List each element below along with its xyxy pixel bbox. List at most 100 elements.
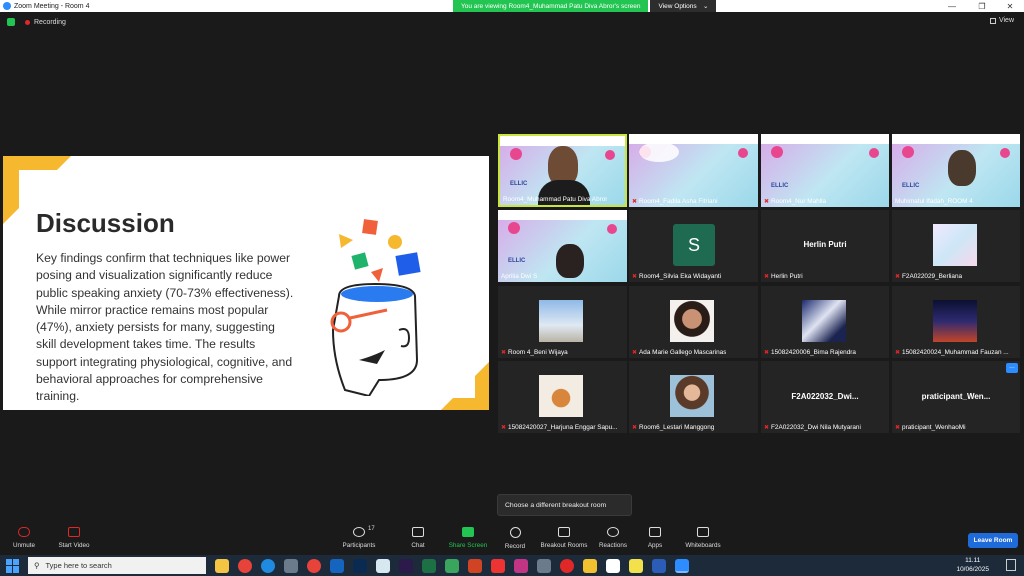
leave-room-button[interactable]: Leave Room <box>968 533 1018 548</box>
participant-name: ✖ Room6_Lestari Manggong <box>632 424 715 431</box>
chrome-profile-icon[interactable] <box>307 558 321 573</box>
taskbar-clock[interactable]: 11.11 10/06/2025 <box>956 556 989 574</box>
participant-name: ✖ F2A022029_Berliana <box>895 273 963 280</box>
participant-tile[interactable]: ELLIC Muhimatul Ifadah_ROOM 4 <box>892 134 1020 207</box>
excel-icon[interactable] <box>422 558 436 573</box>
view-banner: You are viewing Room4_Muhammad Patu Diva… <box>453 0 717 12</box>
view-button[interactable]: View <box>989 17 1014 24</box>
muted-mic-icon: ✖ <box>764 350 770 356</box>
participant-tile[interactable]: ✖ Room6_Lestari Manggong <box>629 361 758 433</box>
powerpoint-icon[interactable] <box>468 558 482 573</box>
sticky-notes-icon[interactable] <box>629 558 643 573</box>
muted-mic-icon: ✖ <box>895 274 901 280</box>
photoshop-icon[interactable] <box>353 558 367 573</box>
file-explorer-icon[interactable] <box>583 558 597 573</box>
participant-tile[interactable]: S ✖ Room4_Silvia Eka Widayanti <box>629 210 758 282</box>
app-icon[interactable] <box>445 558 459 573</box>
outlook-icon[interactable] <box>330 558 344 573</box>
participant-name: ✖ Ada Marie Gallego Mascarinas <box>632 349 727 356</box>
zoom-logo-icon <box>3 2 11 10</box>
grid-view-icon <box>989 17 996 24</box>
muted-mic-icon: ✖ <box>895 425 901 431</box>
participant-name: ✖ Room4_Nur Mahlla <box>764 198 827 205</box>
capcut-icon[interactable] <box>606 558 620 573</box>
edge-icon[interactable] <box>261 558 275 573</box>
minimize-icon[interactable]: — <box>938 0 966 12</box>
participant-name: ✖ Herlin Putri <box>764 273 803 280</box>
muted-mic-icon: ✖ <box>632 425 638 431</box>
slide-title: Discussion <box>36 208 175 238</box>
security-shield-icon[interactable] <box>7 18 15 26</box>
shared-screen: Discussion Key findings confirm that tec… <box>3 156 489 410</box>
whiteboards-button[interactable]: Whiteboards <box>673 527 733 549</box>
participants-button[interactable]: Participants <box>329 527 389 549</box>
participant-tile[interactable]: F2A022032_Dwi... ✖ F2A022032_Dwi Nila Mut… <box>761 361 889 433</box>
participant-tile[interactable]: ✖ Room4_Fadila Asha Fitriani <box>629 134 758 207</box>
muted-mic-icon: ✖ <box>764 199 770 205</box>
participant-tile[interactable]: ✖ Ada Marie Gallego Mascarinas <box>629 286 758 358</box>
meeting-status-strip: Recording View <box>0 12 1024 32</box>
participant-tile[interactable]: … praticipant_Wen... ✖ praticipant_Wenhao… <box>892 361 1020 433</box>
participant-tile[interactable]: ✖ 15082420006_Bima Rajendra <box>761 286 889 358</box>
share-screen-icon <box>462 527 474 537</box>
whiteboard-icon <box>697 527 709 537</box>
participant-avatar <box>933 300 977 342</box>
participant-tile[interactable]: ✖ F2A022029_Berliana <box>892 210 1020 282</box>
app-icon[interactable] <box>284 558 298 573</box>
breakout-rooms-icon <box>558 527 570 537</box>
participant-name: ✖ 15082420027_Harjuna Enggar Sapu... <box>501 424 618 431</box>
participant-face <box>556 244 584 278</box>
instagram-icon[interactable] <box>514 558 528 573</box>
participant-tile[interactable]: ✖ 15082420027_Harjuna Enggar Sapu... <box>498 361 627 433</box>
participant-tile[interactable]: Herlin Putri ✖ Herlin Putri <box>761 210 889 282</box>
participant-initial-avatar: S <box>673 224 715 266</box>
window-title: Zoom Meeting - Room 4 <box>14 2 90 10</box>
conference-background: ELLIC <box>761 134 889 207</box>
app-icon[interactable] <box>491 558 505 573</box>
participant-tile[interactable]: ELLIC Aprilia Dwi S <box>498 210 627 282</box>
premiere-icon[interactable] <box>399 558 413 573</box>
participant-name: ✖ 15082420024_Muhammad Fauzan ... <box>895 349 1009 356</box>
more-options-icon[interactable]: … <box>1006 363 1018 373</box>
participant-name: Muhimatul Ifadah_ROOM 4 <box>895 198 973 205</box>
app-icon[interactable] <box>537 558 551 573</box>
participant-tile[interactable]: ✖ Room 4_Beni Wijaya <box>498 286 627 358</box>
muted-mic-icon: ✖ <box>501 350 507 356</box>
participant-avatar <box>933 224 977 266</box>
taskbar-search-box[interactable]: ⚲ Type here to search <box>28 557 206 574</box>
notifications-icon[interactable] <box>1006 559 1016 571</box>
muted-mic-icon: ✖ <box>632 274 638 280</box>
participant-tile[interactable]: ELLIC Room4_Muhammad Patu Diva Abror <box>498 134 627 207</box>
recording-label: Recording <box>34 18 66 26</box>
muted-mic-icon: ✖ <box>632 350 638 356</box>
video-off-icon <box>68 527 80 537</box>
muted-mic-icon: ✖ <box>895 350 901 356</box>
notepad-icon[interactable] <box>376 558 390 573</box>
reactions-icon <box>607 527 619 537</box>
participant-avatar <box>670 300 714 342</box>
windows-start-icon[interactable] <box>6 558 20 573</box>
search-icon: ⚲ <box>34 561 40 570</box>
participant-name: ✖ F2A022032_Dwi Nila Mutyarani <box>764 424 861 431</box>
zoom-taskbar-icon[interactable] <box>675 558 689 573</box>
opera-icon[interactable] <box>560 558 574 573</box>
clock-time: 11.11 <box>965 557 981 564</box>
view-options-button[interactable]: View Options ⌄ <box>650 0 717 12</box>
view-label: View <box>998 17 1014 24</box>
chrome-icon[interactable] <box>238 558 252 573</box>
participant-tile[interactable]: ELLIC ✖ Room4_Nur Mahlla <box>761 134 889 207</box>
participant-tile[interactable]: ✖ 15082420024_Muhammad Fauzan ... <box>892 286 1020 358</box>
record-icon <box>509 527 521 538</box>
copilot-icon[interactable] <box>215 558 229 573</box>
close-icon[interactable]: ✕ <box>996 0 1024 12</box>
participant-avatar <box>670 375 714 417</box>
apps-icon <box>649 527 661 537</box>
slide-body-text: Key findings confirm that techniques lik… <box>36 251 294 404</box>
participant-name: ✖ 15082420006_Bima Rajendra <box>764 349 856 356</box>
start-video-button[interactable]: Start Video <box>44 527 104 549</box>
restore-icon[interactable]: ❐ <box>968 0 996 12</box>
view-options-label: View Options <box>658 2 697 10</box>
muted-mic-icon: ✖ <box>501 425 507 431</box>
word-icon[interactable] <box>652 558 666 573</box>
participant-display-name: Herlin Putri <box>803 240 847 249</box>
